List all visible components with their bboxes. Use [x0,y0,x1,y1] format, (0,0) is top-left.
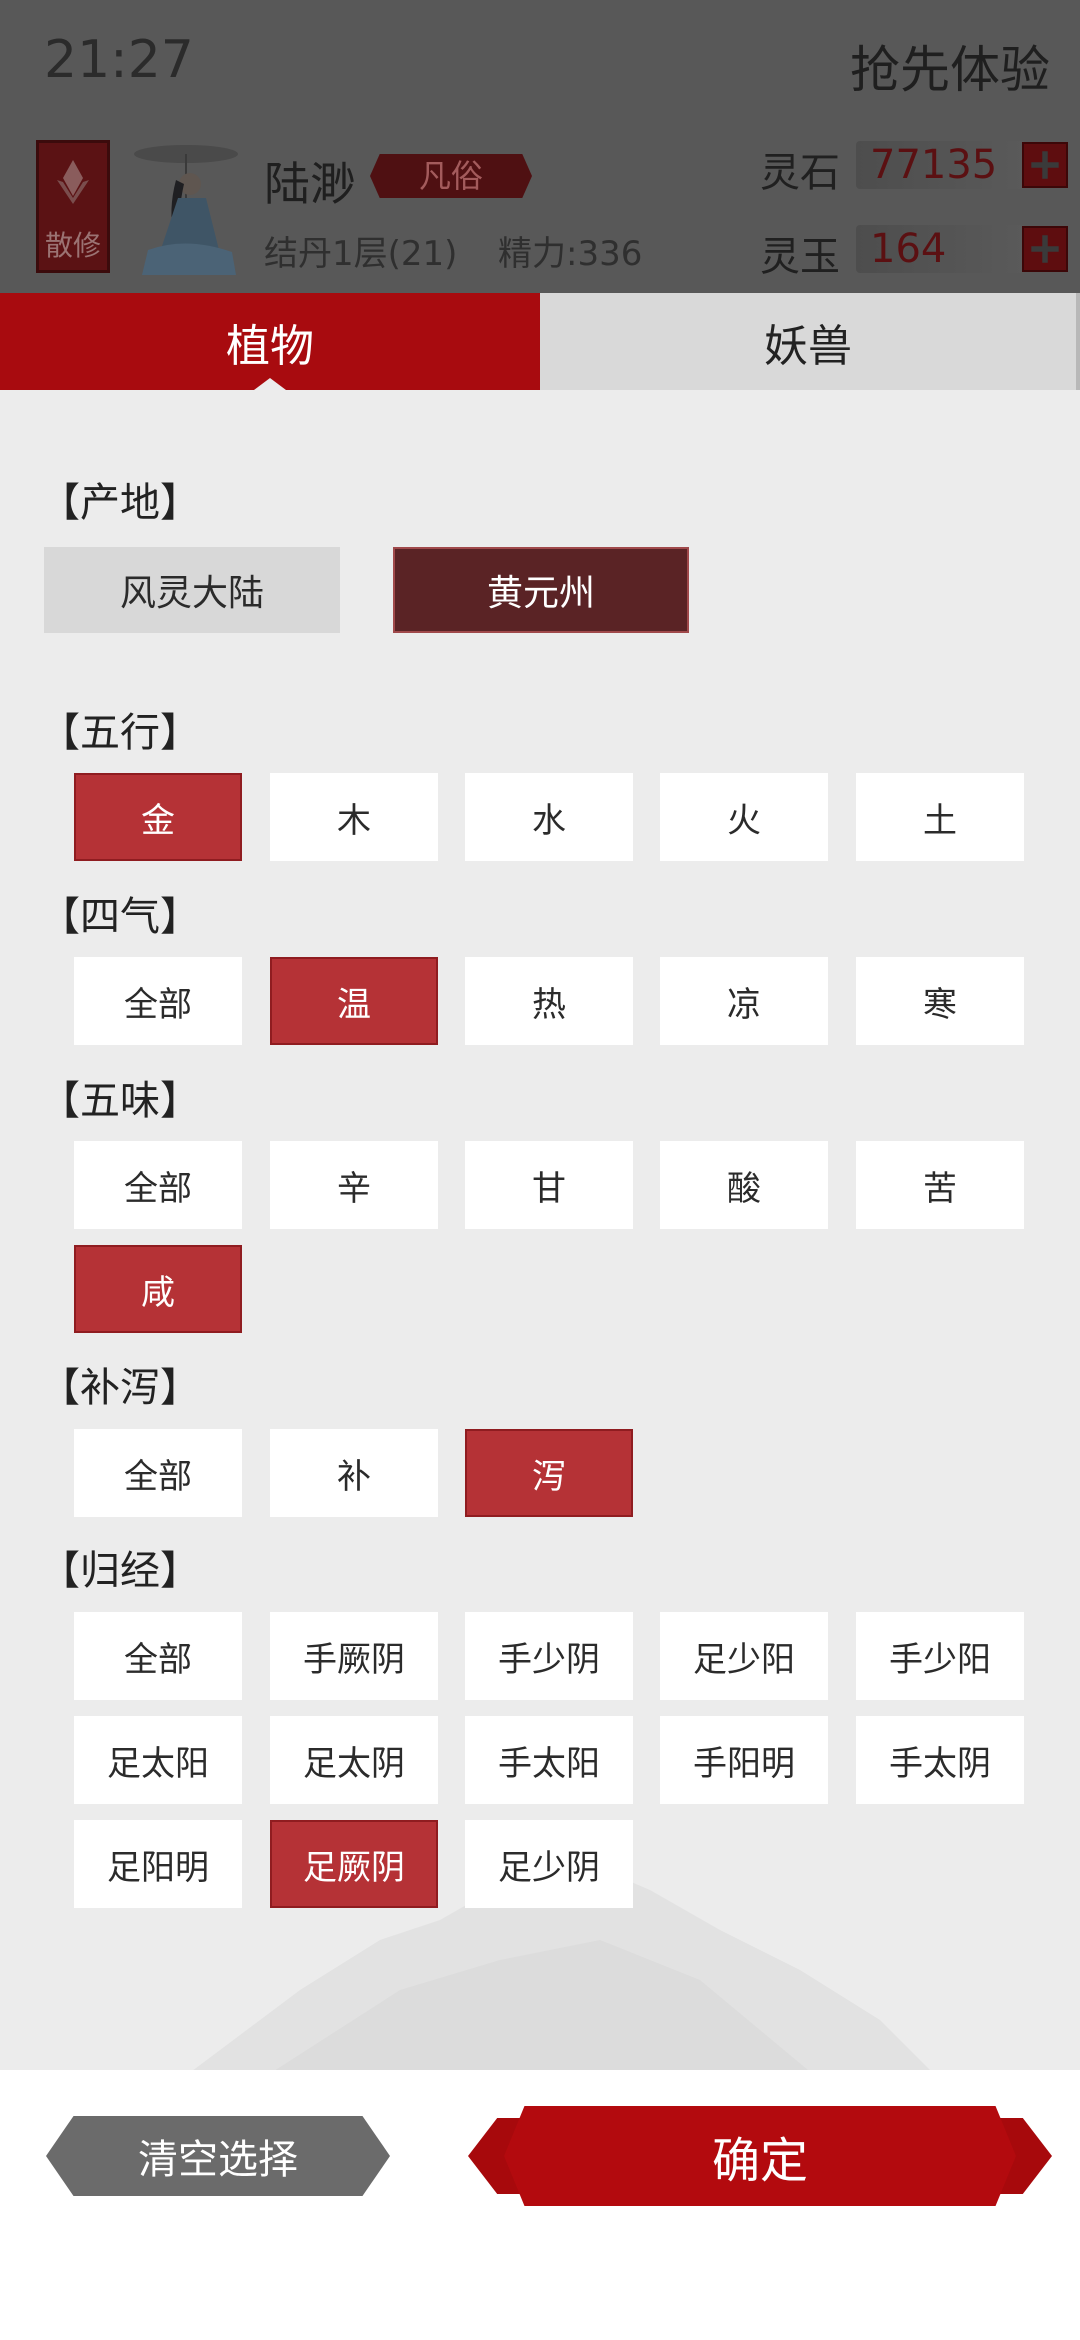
meridian-chip[interactable]: 足少阴 [465,1820,633,1908]
plus-icon [1031,235,1059,263]
tab-plants[interactable]: 植物 [0,293,540,390]
qi-chip[interactable]: 温 [270,957,438,1045]
element-chip[interactable]: 金 [74,773,242,861]
elements-title: 【五行】 [40,710,200,756]
spirit-stone-label: 灵石 [760,150,840,196]
add-spirit-jade-button[interactable] [1022,226,1068,272]
rank-tag: 凡俗 [370,154,532,198]
meridian-chip[interactable]: 足太阴 [270,1716,438,1804]
meridian-chip[interactable]: 手阳明 [660,1716,828,1804]
add-spirit-stone-button[interactable] [1022,142,1068,188]
flavor-chip[interactable]: 辛 [270,1141,438,1229]
meridian-chip[interactable]: 手太阴 [856,1716,1024,1804]
meridian-chip[interactable]: 手少阴 [465,1612,633,1700]
tonify-chip[interactable]: 全部 [74,1429,242,1517]
confirm-button-frame: 确定 [468,2106,1052,2206]
sect-badge[interactable]: 散修 [36,140,110,273]
character-name: 陆渺 [264,157,356,211]
lotus-emblem-icon [57,160,89,204]
qi-chip[interactable]: 凉 [660,957,828,1045]
meridian-chip[interactable]: 手厥阴 [270,1612,438,1700]
tab-beasts[interactable]: 妖兽 [540,293,1080,390]
tonify-chip[interactable]: 补 [270,1429,438,1517]
element-chip[interactable]: 木 [270,773,438,861]
meridian-chip[interactable]: 全部 [74,1612,242,1700]
cultivation-realm: 结丹1层(21) [264,234,458,274]
five-flavors-title: 【五味】 [40,1078,200,1124]
plus-icon [1031,151,1059,179]
element-chip[interactable]: 土 [856,773,1024,861]
spirit-stone-value: 77135 [856,141,1026,189]
tonify-chip[interactable]: 泻 [465,1429,633,1517]
meridian-chip[interactable]: 足阳明 [74,1820,242,1908]
meridian-chip[interactable]: 手少阳 [856,1612,1024,1700]
element-chip[interactable]: 火 [660,773,828,861]
origin-option-selected[interactable]: 黄元州 [393,547,689,633]
element-chip[interactable]: 水 [465,773,633,861]
flavor-chip[interactable]: 苦 [856,1141,1024,1229]
meridian-chip[interactable]: 足少阳 [660,1612,828,1700]
four-qi-title: 【四气】 [40,894,200,940]
character-avatar[interactable] [128,140,250,275]
qi-chip[interactable]: 全部 [74,957,242,1045]
flavor-chip[interactable]: 全部 [74,1141,242,1229]
energy-value: 精力:336 [498,234,643,274]
origin-option[interactable]: 风灵大陆 [44,547,340,633]
profile-header: 21:27 抢先体验 散修 陆渺 凡俗 结丹1层(21) 精力:336 灵石 7… [0,0,1080,293]
meridian-chip[interactable]: 足太阳 [74,1716,242,1804]
meridian-chip[interactable]: 足厥阴 [270,1820,438,1908]
tonify-purge-title: 【补泻】 [40,1365,200,1411]
clear-selection-button[interactable]: 清空选择 [46,2116,390,2196]
spirit-jade-value: 164 [856,225,1026,273]
category-tabs: 植物 妖兽 [0,293,1080,390]
meridian-chip[interactable]: 手太阳 [465,1716,633,1804]
flavor-chip[interactable]: 酸 [660,1141,828,1229]
flavor-chip[interactable]: 甘 [465,1141,633,1229]
flavor-chip[interactable]: 咸 [74,1245,242,1333]
meridians-title: 【归经】 [40,1548,200,1594]
spirit-jade-label: 灵玉 [760,234,840,280]
confirm-button[interactable]: 确定 [504,2106,1016,2206]
qi-chip[interactable]: 热 [465,957,633,1045]
early-access-label[interactable]: 抢先体验 [850,30,1050,102]
origin-title: 【产地】 [40,480,200,526]
sect-badge-label: 散修 [44,229,101,262]
status-time: 21:27 [44,30,194,90]
action-bar: 清空选择 确定 [0,2070,1080,2340]
qi-chip[interactable]: 寒 [856,957,1024,1045]
